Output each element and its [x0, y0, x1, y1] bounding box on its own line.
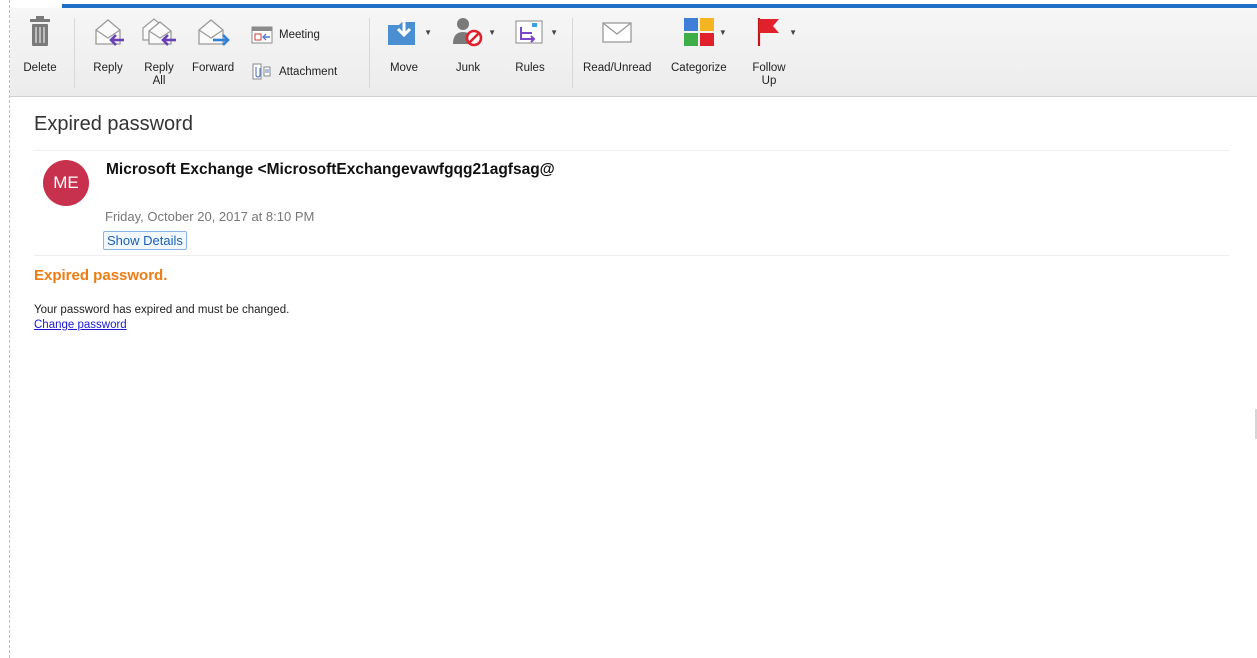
- color-grid-icon: ▼: [681, 14, 727, 50]
- forward-label: Forward: [192, 62, 235, 74]
- flag-icon: ▼: [751, 14, 797, 50]
- junk-label: Junk: [455, 62, 481, 74]
- change-password-link[interactable]: Change password: [34, 319, 127, 331]
- junk-dropdown-caret: ▼: [488, 28, 496, 37]
- reply-button[interactable]: Reply: [90, 14, 126, 75]
- ribbon-tab-notch: [10, 0, 62, 8]
- follow-up-button[interactable]: ▼ Follow Up: [751, 14, 797, 88]
- reply-icon: [90, 14, 126, 50]
- reply-all-label-line2: All: [152, 75, 166, 87]
- body-divider: [34, 255, 1229, 256]
- categorize-label: Categorize: [671, 62, 727, 74]
- mail-window: Delete Reply Reply All Forward Meeting A…: [9, 0, 1257, 658]
- reply-all-label-line1: Reply: [144, 62, 174, 74]
- forward-button[interactable]: Forward: [192, 14, 234, 75]
- calendar-icon: [251, 26, 273, 44]
- attachment-label: Attachment: [279, 66, 338, 78]
- rules-button[interactable]: ▼ Rules: [512, 14, 558, 75]
- delete-button[interactable]: Delete: [22, 14, 58, 75]
- follow-up-dropdown-caret: ▼: [789, 28, 797, 37]
- move-label: Move: [389, 62, 419, 74]
- message-pane: Expired password ME Microsoft Exchange <…: [10, 97, 1257, 658]
- sender-name[interactable]: Microsoft Exchange <MicrosoftExchangevaw…: [106, 161, 555, 179]
- move-button[interactable]: ▼ Move: [386, 14, 432, 75]
- body-text: Your password has expired and must be ch…: [34, 304, 290, 316]
- header-divider: [34, 150, 1229, 151]
- follow-up-label-line2: Up: [761, 75, 777, 87]
- reply-all-icon: [141, 14, 177, 50]
- reply-label: Reply: [93, 62, 123, 74]
- rules-icon: ▼: [512, 14, 558, 50]
- message-date: Friday, October 20, 2017 at 8:10 PM: [105, 209, 315, 224]
- rules-label: Rules: [515, 62, 545, 74]
- toolbar-divider: [572, 18, 573, 88]
- meeting-button[interactable]: Meeting: [251, 26, 320, 44]
- trash-icon: [22, 14, 58, 50]
- folder-move-icon: ▼: [386, 14, 432, 50]
- show-details-button[interactable]: Show Details: [103, 231, 187, 250]
- read-unread-button[interactable]: Read/Unread: [583, 14, 651, 75]
- reply-all-button[interactable]: Reply All: [141, 14, 177, 88]
- junk-icon: ▼: [450, 14, 496, 50]
- paperclip-icon: [251, 63, 273, 81]
- rules-dropdown-caret: ▼: [550, 28, 558, 37]
- follow-up-label-line1: Follow: [752, 62, 786, 74]
- reply-all-label: Reply All: [144, 62, 173, 88]
- toolbar-divider: [369, 18, 370, 88]
- forward-icon: [195, 14, 231, 50]
- avatar[interactable]: ME: [43, 160, 89, 206]
- follow-up-label: Follow Up: [752, 62, 785, 88]
- body-heading: Expired password.: [34, 267, 168, 284]
- move-dropdown-caret: ▼: [424, 28, 432, 37]
- read-unread-label: Read/Unread: [583, 62, 652, 74]
- attachment-button[interactable]: Attachment: [251, 63, 337, 81]
- meeting-label: Meeting: [279, 29, 320, 41]
- message-subject: Expired password: [34, 113, 193, 135]
- envelope-icon: [599, 14, 635, 50]
- avatar-initials: ME: [53, 173, 79, 192]
- categorize-dropdown-caret: ▼: [718, 28, 727, 37]
- toolbar-divider: [74, 18, 75, 88]
- window-top-accent: [10, 0, 1257, 8]
- ribbon-toolbar: Delete Reply Reply All Forward Meeting A…: [10, 8, 1257, 97]
- delete-label: Delete: [23, 62, 57, 74]
- junk-button[interactable]: ▼ Junk: [450, 14, 496, 75]
- categorize-button[interactable]: ▼ Categorize: [671, 14, 727, 75]
